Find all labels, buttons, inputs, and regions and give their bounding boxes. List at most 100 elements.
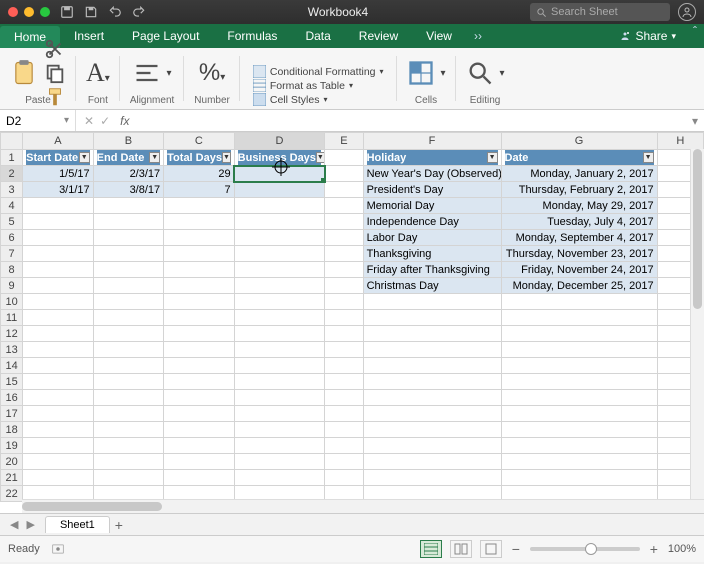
cell[interactable] [325,262,363,278]
cell[interactable] [234,262,325,278]
user-menu[interactable] [678,3,696,21]
tab-data[interactable]: Data [291,24,344,48]
row-header[interactable]: 1 [1,150,23,166]
cell[interactable]: Date▼ [501,150,657,166]
search-sheet[interactable]: Search Sheet [530,3,670,21]
cell[interactable]: 7 [164,182,235,198]
row-header[interactable]: 16 [1,390,23,406]
cell[interactable] [164,294,235,310]
cell[interactable] [23,230,94,246]
cell[interactable]: Business Days▼ [234,150,325,166]
row-header[interactable]: 11 [1,310,23,326]
cell[interactable] [325,390,363,406]
row-header[interactable]: 3 [1,182,23,198]
font-icon[interactable]: A▾ [86,58,110,88]
cell[interactable] [325,310,363,326]
copy-icon[interactable] [44,62,66,84]
cell[interactable] [164,214,235,230]
cell[interactable]: 2/3/17 [93,166,164,182]
cell-styles-button[interactable]: Cell Styles▾ [250,93,387,106]
cell[interactable] [234,278,325,294]
col-header-F[interactable]: F [363,133,501,150]
cell[interactable] [501,358,657,374]
vertical-scrollbar[interactable] [690,149,704,499]
cell[interactable] [325,230,363,246]
cell[interactable] [363,342,501,358]
cell[interactable] [501,342,657,358]
cancel-formula-icon[interactable]: ✕ [84,114,94,128]
cell[interactable]: Holiday▼ [363,150,501,166]
cell[interactable] [23,214,94,230]
cell[interactable] [325,454,363,470]
cell[interactable]: Monday, September 4, 2017 [501,230,657,246]
cell[interactable]: Monday, December 25, 2017 [501,278,657,294]
cell[interactable] [325,406,363,422]
conditional-formatting-button[interactable]: Conditional Formatting▾ [250,65,387,78]
cell[interactable] [164,310,235,326]
cell[interactable] [363,454,501,470]
row-header[interactable]: 14 [1,358,23,374]
cell[interactable]: 1/5/17 [23,166,94,182]
row-header[interactable]: 7 [1,246,23,262]
row-header[interactable]: 12 [1,326,23,342]
cell[interactable] [325,150,363,166]
cell[interactable] [23,326,94,342]
cell[interactable] [164,470,235,486]
cell[interactable]: Memorial Day [363,198,501,214]
filter-icon[interactable]: ▼ [79,152,90,163]
col-header-D[interactable]: D [234,133,325,150]
formula-input[interactable] [141,110,686,131]
cell[interactable] [93,358,164,374]
cell[interactable] [93,278,164,294]
cell[interactable]: Labor Day [363,230,501,246]
col-header-C[interactable]: C [164,133,235,150]
undo-icon[interactable] [108,5,122,19]
vscroll-thumb[interactable] [693,149,702,309]
cell[interactable]: Monday, May 29, 2017 [501,198,657,214]
zoom-out[interactable]: − [510,541,522,557]
cell[interactable] [363,470,501,486]
cell[interactable] [23,198,94,214]
tab-formulas[interactable]: Formulas [213,24,291,48]
cell[interactable] [164,390,235,406]
cell[interactable] [234,390,325,406]
cell[interactable] [93,310,164,326]
filter-icon[interactable]: ▼ [487,152,498,163]
col-header-A[interactable]: A [23,133,94,150]
cell[interactable] [23,470,94,486]
sheet-prev[interactable]: ◀ [10,518,18,531]
cell[interactable] [93,326,164,342]
cell[interactable] [325,294,363,310]
filter-icon[interactable]: ▼ [643,152,654,163]
alignment-icon[interactable] [133,59,161,87]
cell[interactable] [93,438,164,454]
cell[interactable] [234,406,325,422]
cell[interactable] [164,406,235,422]
cell[interactable]: Total Days▼ [164,150,235,166]
tab-view[interactable]: View [412,24,466,48]
cell[interactable] [234,454,325,470]
hscroll-thumb[interactable] [22,502,162,511]
cell[interactable] [23,246,94,262]
cell[interactable] [325,358,363,374]
grid[interactable]: A B C D E F G H 1Start Date▼End Date▼Tot… [0,132,704,514]
cell[interactable] [93,262,164,278]
cell[interactable] [93,198,164,214]
cell[interactable] [234,230,325,246]
name-box-dropdown-icon[interactable]: ▾ [64,115,69,126]
autosave-icon[interactable] [60,5,74,19]
cell[interactable] [93,470,164,486]
filter-icon[interactable]: ▼ [316,152,325,163]
cell[interactable] [363,374,501,390]
accept-formula-icon[interactable]: ✓ [100,114,110,128]
cell[interactable] [325,214,363,230]
cell[interactable] [234,246,325,262]
cell[interactable] [501,406,657,422]
view-normal[interactable] [420,540,442,558]
cell[interactable] [234,470,325,486]
cell[interactable] [234,358,325,374]
cell[interactable] [325,278,363,294]
row-header[interactable]: 13 [1,342,23,358]
cell[interactable] [23,390,94,406]
horizontal-scrollbar[interactable] [22,499,704,513]
